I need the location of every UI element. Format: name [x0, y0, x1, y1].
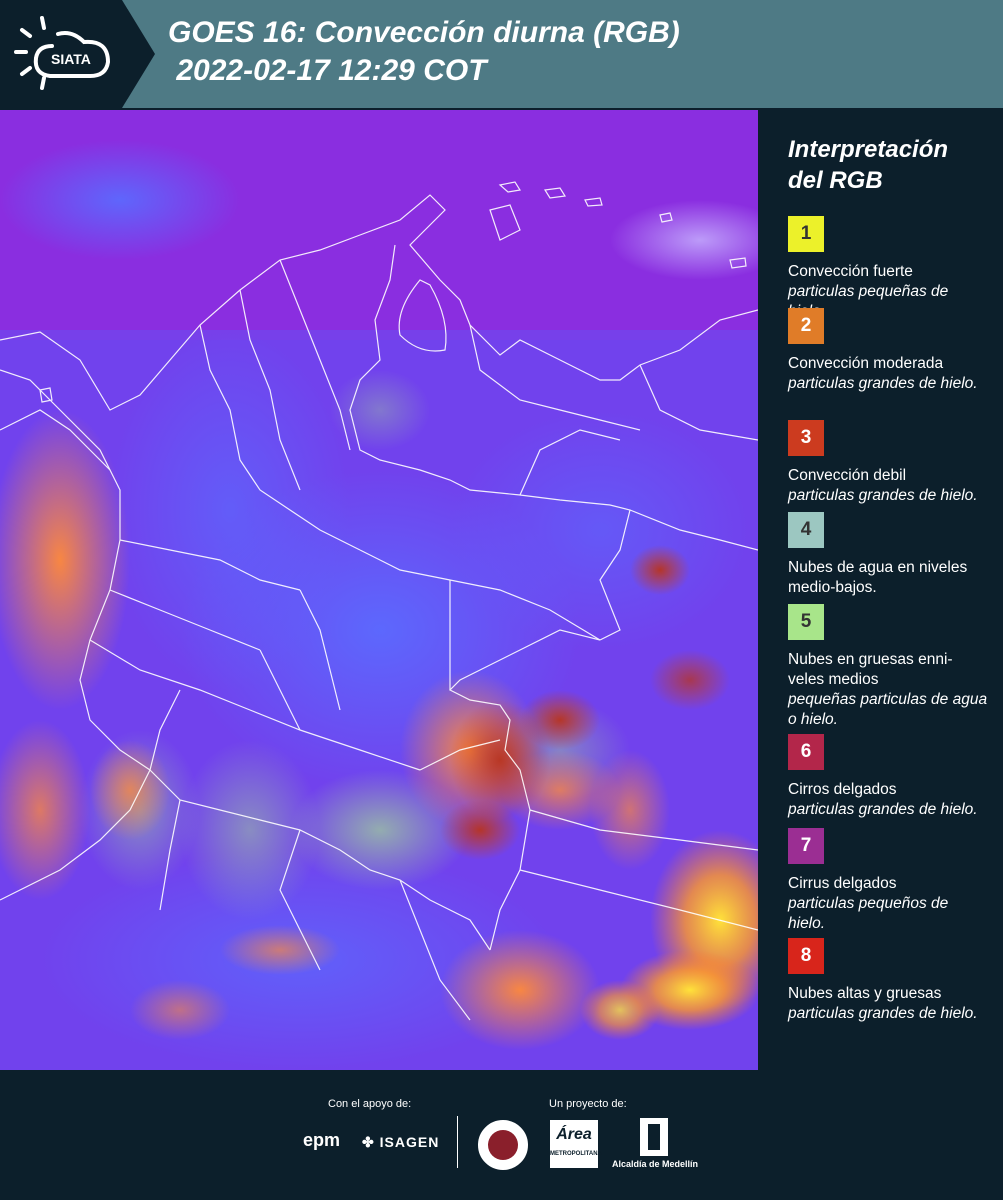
satellite-map[interactable] [0, 110, 758, 1070]
isagen-logo: ✤ ISAGEN [362, 1134, 440, 1150]
legend-panel: Interpretación del RGB 1 Convección fuer… [770, 110, 1000, 1070]
epm-logo: epm [303, 1130, 341, 1150]
svg-text:SIATA: SIATA [51, 51, 91, 67]
legend-swatch: 6 [788, 734, 824, 770]
goes16-rgb-image [0, 110, 758, 1070]
legend-swatch: 1 [788, 216, 824, 252]
area-metropolitana-logo: Área METROPOLITANA [550, 1120, 602, 1168]
legend-title: Interpretación del RGB [788, 136, 949, 194]
legend-swatch: 5 [788, 604, 824, 640]
legend-item-8: 8 Nubes altas y gruesas particulas grande… [788, 938, 988, 1024]
legend-swatch: 7 [788, 828, 824, 864]
alcaldia-label: Alcaldía de Medellín [612, 1159, 699, 1169]
isagen-star-icon: ✤ [362, 1134, 375, 1150]
project-label: Un proyecto de: [549, 1098, 627, 1110]
header: SIATA GOES 16: Convección diurna (RGB) 2… [0, 0, 1003, 108]
sun-cloud-icon: SIATA [14, 16, 111, 90]
page-title: GOES 16: Convección diurna (RGB) 2022-02… [168, 16, 680, 87]
medellin-seal-icon [478, 1120, 528, 1170]
footer-divider [457, 1116, 458, 1168]
siata-logo: SIATA [0, 0, 155, 108]
legend-swatch: 8 [788, 938, 824, 974]
legend-item-1: 1 Convección fuerte particulas pequeñas d… [788, 216, 988, 322]
legend-swatch: 4 [788, 512, 824, 548]
legend-item-3: 3 Convección debil particulas grandes de … [788, 420, 988, 506]
legend-swatch: 3 [788, 420, 824, 456]
legend-item-7: 7 Cirrus delgados particulas pequeños de … [788, 828, 988, 934]
support-label: Con el apoyo de: [328, 1098, 412, 1110]
legend-swatch: 2 [788, 308, 824, 344]
legend-item-6: 6 Cirros delgados particulas grandes de h… [788, 734, 988, 820]
legend-item-2: 2 Convección moderada particulas grandes … [788, 308, 988, 394]
alcaldia-emblem-icon [640, 1118, 668, 1156]
legend-item-4: 4 Nubes de agua en niveles medio-bajos. [788, 512, 988, 598]
legend-item-5: 5 Nubes en gruesas enni-veles medios pequ… [788, 604, 988, 730]
footer: Con el apoyo de: Un proyecto de: epm ✤ I… [0, 1072, 1003, 1200]
